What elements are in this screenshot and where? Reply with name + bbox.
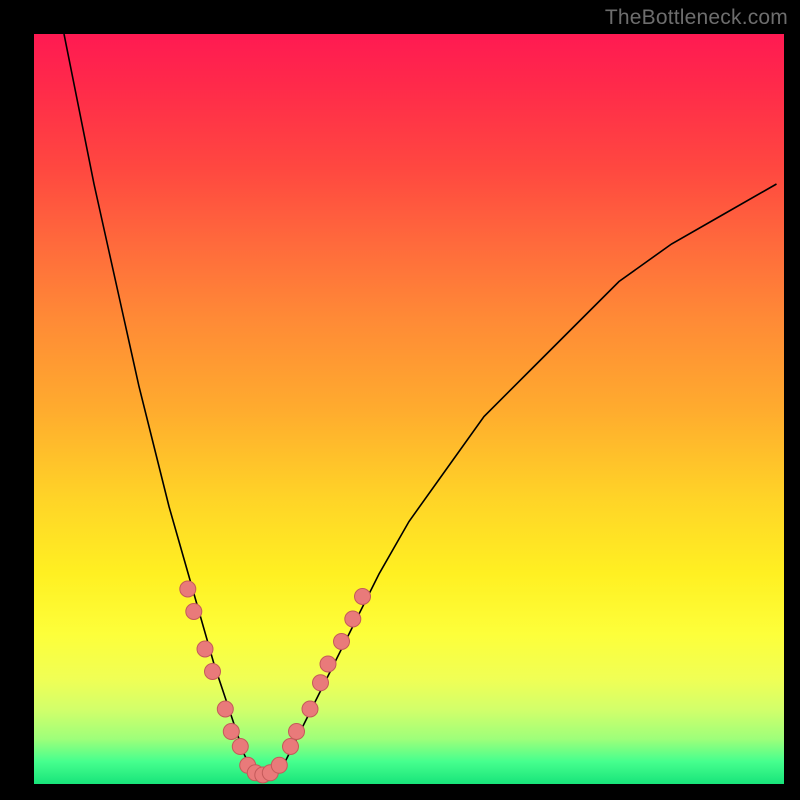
dots-group [180, 581, 371, 783]
data-dot [205, 664, 221, 680]
data-dot [334, 634, 350, 650]
plot-area [34, 34, 784, 784]
curve-path [64, 34, 777, 777]
data-dot [320, 656, 336, 672]
data-dot [345, 611, 361, 627]
data-dot [289, 724, 305, 740]
data-dot [223, 724, 239, 740]
data-dot [180, 581, 196, 597]
data-dot [283, 739, 299, 755]
data-dot [232, 739, 248, 755]
data-dot [355, 589, 371, 605]
chart-frame: TheBottleneck.com [0, 0, 800, 800]
data-dot [217, 701, 233, 717]
data-dot [271, 757, 287, 773]
watermark: TheBottleneck.com [605, 6, 788, 30]
data-dot [186, 604, 202, 620]
data-dot [302, 701, 318, 717]
data-dot [197, 641, 213, 657]
bottleneck-curve-svg [34, 34, 784, 784]
data-dot [313, 675, 329, 691]
